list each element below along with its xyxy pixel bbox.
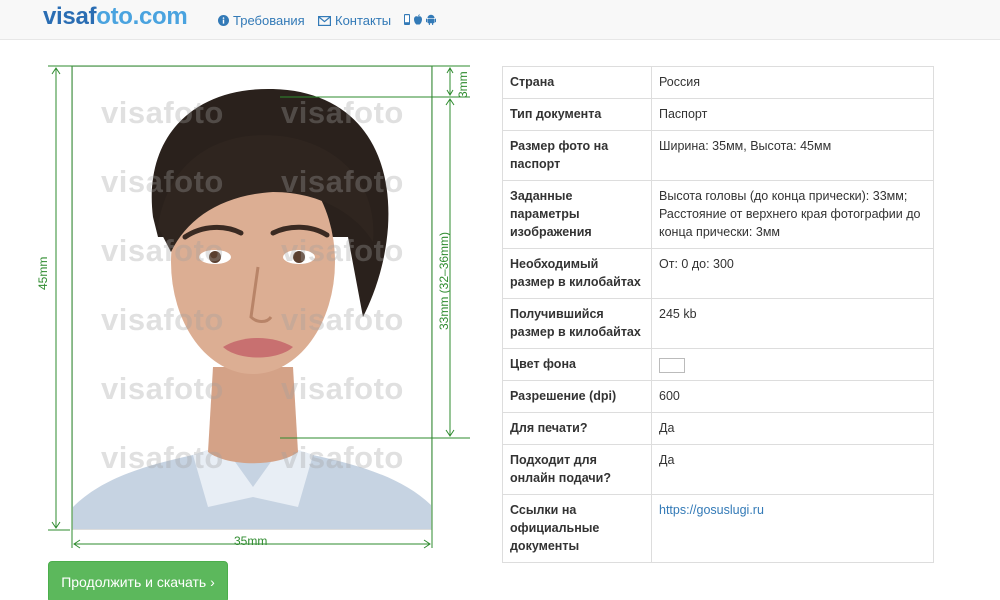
row-key: Подходит для онлайн подачи?: [502, 444, 652, 495]
row-value: Высота головы (до конца прически): 33мм;…: [651, 180, 934, 249]
row-key: Необходимый размер в килобайтах: [502, 248, 652, 299]
row-value: Да: [651, 412, 934, 445]
background-color-swatch: [659, 357, 685, 373]
table-row: Размер фото на паспорт Ширина: 35мм, Выс…: [502, 130, 934, 181]
dimension-guides: [48, 65, 470, 549]
row-value: 245 kb: [651, 298, 934, 349]
top-navbar: visafoto.com Требования Контакты: [0, 0, 1000, 40]
table-row: Необходимый размер в килобайтах От: 0 до…: [502, 248, 934, 299]
head-height-label: 33mm (32–36mm): [437, 231, 451, 330]
row-key: Получившийся размер в килобайтах: [502, 298, 652, 349]
nav-requirements-link[interactable]: Требования: [218, 13, 305, 28]
row-value: https://gosuslugi.ru: [651, 494, 934, 563]
table-row: Страна Россия: [502, 66, 934, 99]
official-docs-link[interactable]: https://gosuslugi.ru: [659, 503, 764, 517]
envelope-icon: [318, 15, 331, 26]
table-row: Получившийся размер в килобайтах 245 kb: [502, 298, 934, 349]
row-key: Тип документа: [502, 98, 652, 131]
apple-icon: [413, 14, 423, 25]
table-row: Подходит для онлайн подачи? Да: [502, 444, 934, 495]
continue-download-button[interactable]: Продолжить и скачать ›: [48, 561, 228, 600]
row-key: Размер фото на паспорт: [502, 130, 652, 181]
row-key: Для печати?: [502, 412, 652, 445]
site-logo[interactable]: visafoto.com: [43, 3, 188, 31]
row-value: Россия: [651, 66, 934, 99]
nav-requirements-label: Требования: [233, 13, 305, 28]
row-value: Ширина: 35мм, Высота: 45мм: [651, 130, 934, 181]
photo-details-table: Страна Россия Тип документа Паспорт Разм…: [502, 66, 934, 563]
background-color-value: [651, 348, 934, 381]
table-row: Ссылки на официальные документы https://…: [502, 494, 934, 563]
nav-contacts-label: Контакты: [335, 13, 392, 28]
row-value: Да: [651, 444, 934, 495]
row-value: От: 0 до: 300: [651, 248, 934, 299]
mobile-icon: [404, 14, 410, 25]
row-key: Страна: [502, 66, 652, 99]
info-circle-icon: [218, 15, 229, 26]
table-row: Тип документа Паспорт: [502, 98, 934, 131]
row-value: 600: [651, 380, 934, 413]
photo-preview-area: visafoto visafoto visafoto visafoto visa…: [36, 58, 480, 558]
row-key: Заданные параметры изображения: [502, 180, 652, 249]
nav-contacts-link[interactable]: Контакты: [318, 13, 391, 28]
height-dimension-label: 45mm: [36, 256, 50, 290]
android-icon: [426, 14, 436, 25]
nav-apps-link[interactable]: [404, 14, 436, 25]
row-key: Разрешение (dpi): [502, 380, 652, 413]
table-row: Цвет фона: [502, 348, 934, 381]
table-row: Заданные параметры изображения Высота го…: [502, 180, 934, 249]
table-row: Разрешение (dpi) 600: [502, 380, 934, 413]
top-margin-label: 3mm: [456, 71, 470, 98]
row-key: Ссылки на официальные документы: [502, 494, 652, 563]
width-dimension-label: 35mm: [234, 534, 268, 548]
row-value: Паспорт: [651, 98, 934, 131]
table-row: Для печати? Да: [502, 412, 934, 445]
row-key: Цвет фона: [502, 348, 652, 381]
